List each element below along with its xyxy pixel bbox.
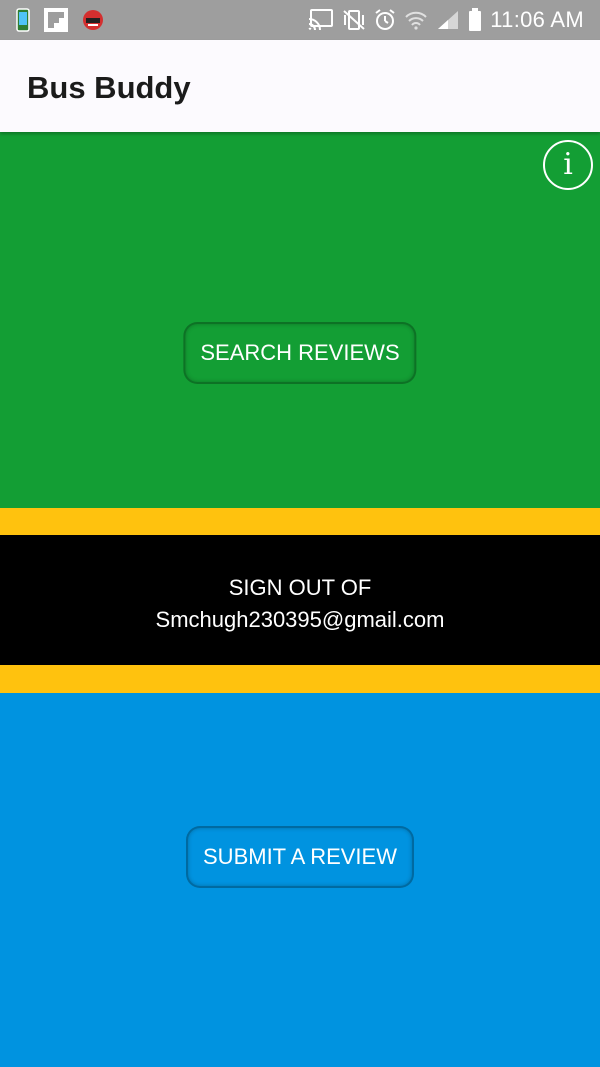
status-bar-system: 11:06 AM <box>308 6 584 34</box>
sign-out-button[interactable]: SIGN OUT OF Smchugh230395@gmail.com <box>0 535 600 665</box>
battery-icon <box>468 8 482 32</box>
page-title: Bus Buddy <box>27 70 191 105</box>
divider-stripe-top <box>0 508 600 535</box>
submit-review-button[interactable]: SUBMIT A REVIEW <box>186 826 414 888</box>
search-reviews-button[interactable]: SEARCH REVIEWS <box>183 322 417 384</box>
signal-icon <box>436 9 460 31</box>
submit-panel: SUBMIT A REVIEW <box>0 693 600 1067</box>
screen: 11:06 AM Bus Buddy i SEARCH REVIEWS SIGN… <box>0 0 600 1067</box>
status-bar-notifications <box>16 8 104 32</box>
sign-out-label: SIGN OUT OF <box>228 575 372 600</box>
cast-icon <box>308 9 334 31</box>
status-bar: 11:06 AM <box>0 0 600 40</box>
status-time: 11:06 AM <box>490 7 584 32</box>
notification-app-icon <box>82 9 104 31</box>
phone-app-icon <box>16 8 30 32</box>
info-icon[interactable]: i <box>543 140 593 190</box>
app-bar: Bus Buddy <box>0 40 600 132</box>
alarm-icon <box>374 9 396 31</box>
vibrate-mute-icon <box>342 9 366 31</box>
flipboard-icon <box>44 8 68 32</box>
sign-out-email: Smchugh230395@gmail.com <box>155 607 445 632</box>
wifi-icon <box>404 9 428 31</box>
divider-stripe-bottom <box>0 665 600 693</box>
search-panel: i SEARCH REVIEWS <box>0 132 600 508</box>
